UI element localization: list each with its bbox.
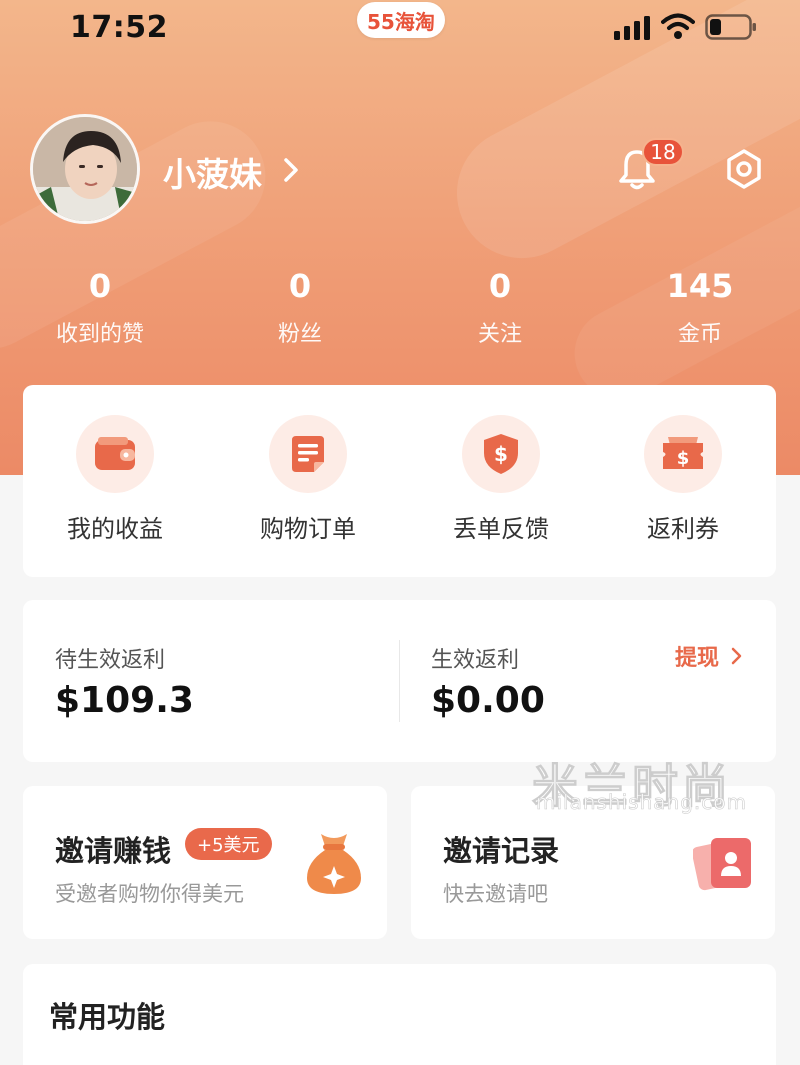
- stat-value: 0: [488, 267, 512, 305]
- pending-rebate-value: $109.3: [55, 680, 194, 721]
- stats-row: 0 收到的赞 0 粉丝 0 关注 145 金币: [0, 264, 800, 354]
- settings-icon[interactable]: [724, 148, 764, 190]
- stat-coins[interactable]: 145 金币: [600, 264, 800, 348]
- common-functions-title: 常用功能: [49, 1000, 166, 1034]
- money-bag-icon: [307, 834, 361, 894]
- invite-earn-card[interactable]: 邀请赚钱 +5美元 受邀者购物你得美元: [23, 786, 387, 939]
- pending-rebate-label: 待生效返利: [55, 648, 166, 673]
- quick-action-orders[interactable]: 购物订单: [228, 415, 388, 544]
- watermark-url: milanshishang.com: [536, 790, 747, 815]
- records-icon: [693, 838, 751, 891]
- withdraw-button[interactable]: 提现: [675, 640, 743, 672]
- stat-label: 金币: [677, 322, 722, 347]
- status-time: 17:52: [70, 10, 168, 45]
- chevron-right-icon[interactable]: [282, 156, 300, 184]
- chevron-right-icon: [731, 647, 742, 665]
- quick-action-label: 购物订单: [260, 515, 356, 543]
- avatar[interactable]: [30, 114, 140, 224]
- stat-following[interactable]: 0 关注: [400, 264, 600, 348]
- shield-dollar-icon: $: [462, 415, 540, 493]
- quick-actions-card: 我的收益 购物订单 $ 丢单反馈 $ 返利券: [23, 385, 776, 577]
- divider: [399, 640, 400, 722]
- stat-value: 145: [666, 267, 734, 305]
- quick-action-coupon[interactable]: $ 返利券: [603, 415, 763, 544]
- common-functions-card: 常用功能: [23, 964, 776, 1065]
- stat-label: 收到的赞: [55, 322, 144, 347]
- active-rebate-value: $0.00: [431, 680, 545, 721]
- bonus-badge: +5美元: [185, 828, 272, 860]
- svg-text:$: $: [494, 442, 508, 466]
- stat-value: 0: [288, 267, 312, 305]
- wallet-icon: [76, 415, 154, 493]
- stat-value: 0: [88, 267, 112, 305]
- battery-icon: [705, 14, 756, 40]
- quick-action-label: 返利券: [647, 515, 719, 543]
- quick-action-feedback[interactable]: $ 丢单反馈: [421, 415, 581, 544]
- active-rebate-label: 生效返利: [431, 648, 520, 673]
- app-indicator-pill[interactable]: 55海淘: [357, 2, 445, 38]
- stat-label: 粉丝: [277, 322, 322, 347]
- quick-action-label: 我的收益: [67, 515, 163, 543]
- stat-label: 关注: [477, 322, 522, 347]
- stat-fans[interactable]: 0 粉丝: [200, 264, 400, 348]
- notification-badge: 18: [642, 138, 684, 166]
- coupon-icon: $: [644, 415, 722, 493]
- withdraw-label: 提现: [675, 646, 720, 671]
- svg-text:$: $: [677, 448, 690, 469]
- quick-action-label: 丢单反馈: [453, 515, 549, 543]
- quick-action-earnings[interactable]: 我的收益: [35, 415, 195, 544]
- stat-likes[interactable]: 0 收到的赞: [0, 264, 200, 348]
- username[interactable]: 小菠妹: [163, 148, 262, 196]
- invite-subtitle: 受邀者购物你得美元: [55, 882, 244, 906]
- order-icon: [269, 415, 347, 493]
- records-subtitle: 快去邀请吧: [443, 882, 548, 906]
- wifi-icon: [661, 13, 695, 39]
- cellular-signal-icon: [614, 16, 650, 40]
- records-title: 邀请记录: [443, 834, 560, 868]
- rebate-card: 待生效返利 $109.3 生效返利 $0.00 提现: [23, 600, 776, 762]
- invite-title: 邀请赚钱: [55, 834, 172, 868]
